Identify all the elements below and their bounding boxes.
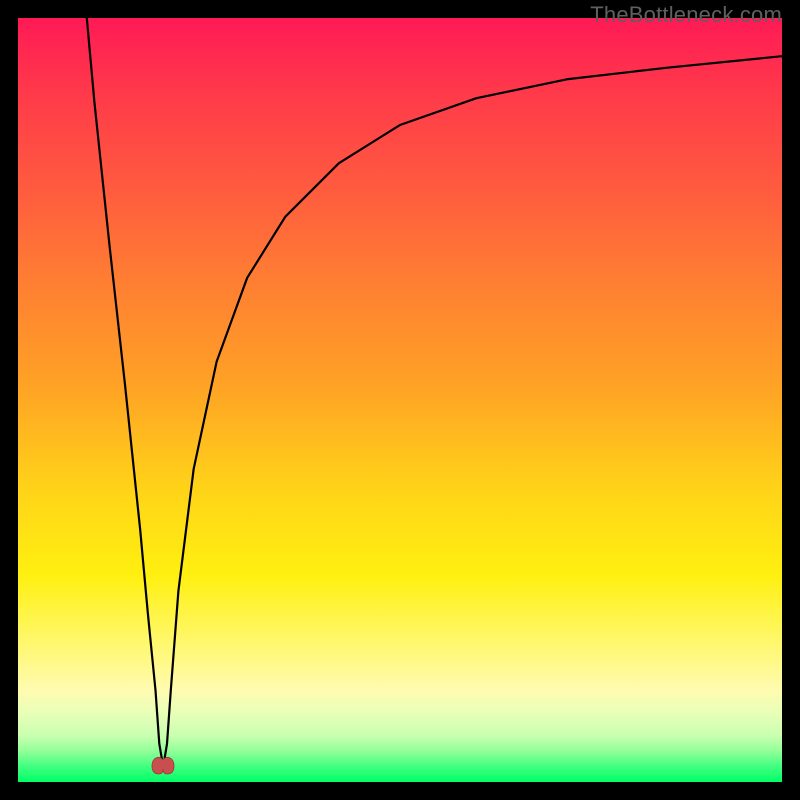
watermark-text: TheBottleneck.com [590,2,782,28]
bottleneck-curve [18,18,782,782]
chart-frame: TheBottleneck.com [0,0,800,800]
plot-area [18,18,782,782]
